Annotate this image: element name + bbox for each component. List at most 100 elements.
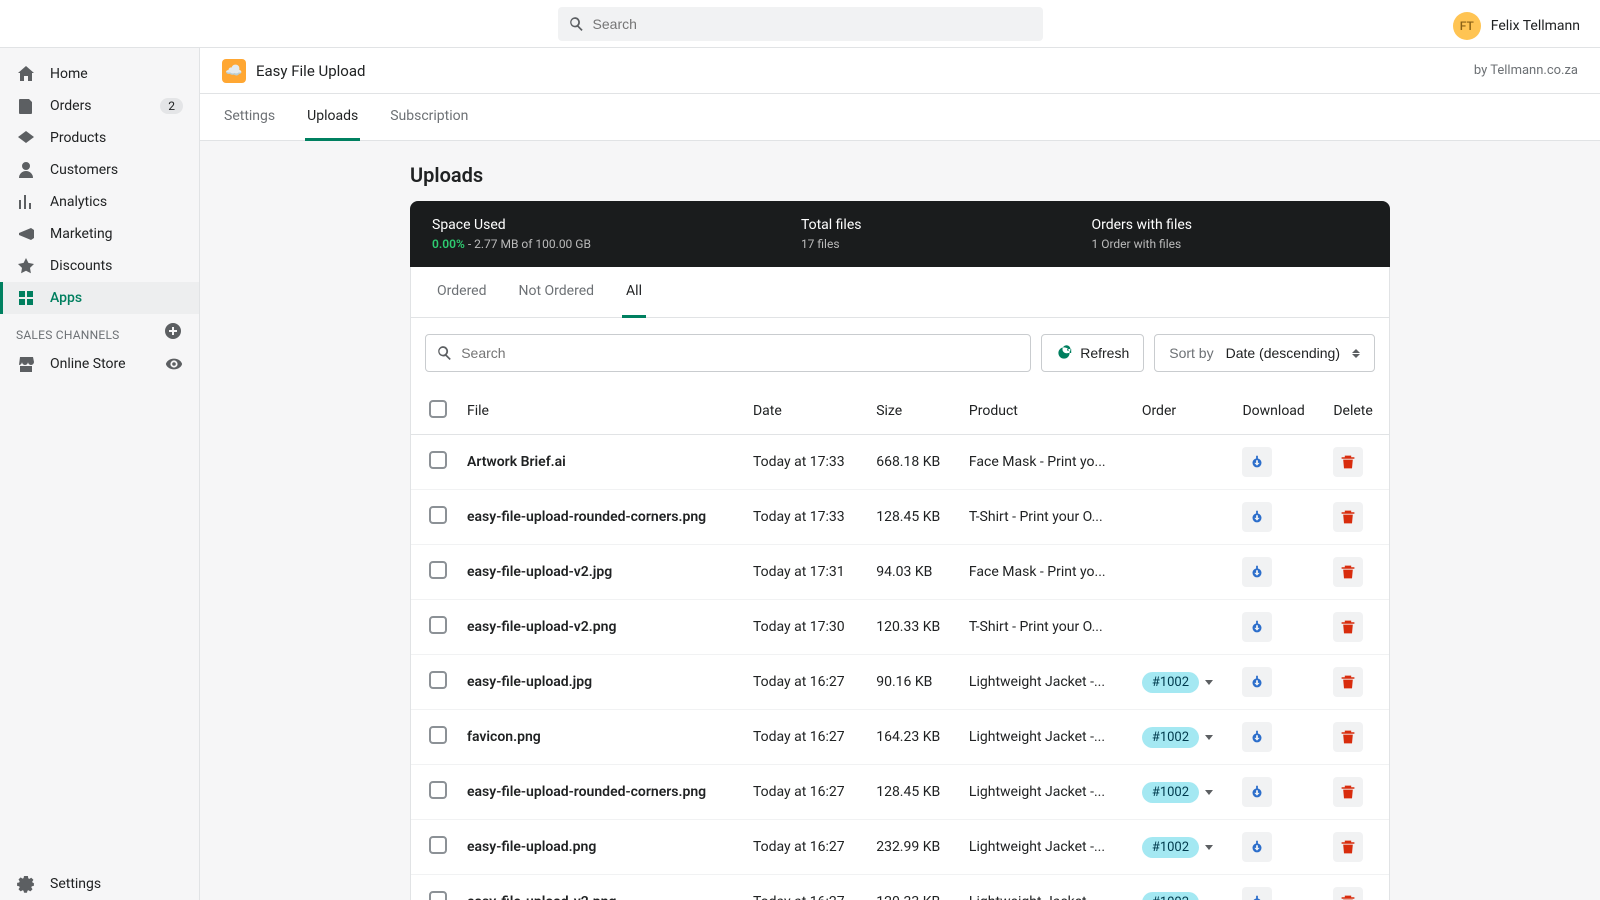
download-icon bbox=[1248, 563, 1266, 581]
delete-button[interactable] bbox=[1333, 557, 1363, 587]
cell-file: easy-file-upload-rounded-corners.png bbox=[457, 490, 743, 545]
download-button[interactable] bbox=[1242, 887, 1272, 900]
stat-files: Total files 17 files bbox=[801, 217, 862, 251]
order-badge[interactable]: #1002 bbox=[1142, 892, 1199, 900]
table-row: easy-file-upload.png Today at 16:27 232.… bbox=[411, 820, 1389, 875]
sort-caret-icon bbox=[1352, 349, 1360, 358]
refresh-button[interactable]: Refresh bbox=[1041, 334, 1144, 372]
filter-tab-not-ordered[interactable]: Not Ordered bbox=[515, 267, 599, 318]
sidebar-item-marketing[interactable]: Marketing bbox=[0, 218, 199, 250]
select-all-checkbox[interactable] bbox=[429, 400, 447, 418]
global-search-input[interactable] bbox=[593, 16, 1033, 32]
topbar-search-wrap bbox=[558, 7, 1043, 41]
sidebar-item-products[interactable]: Products bbox=[0, 122, 199, 154]
app-title: Easy File Upload bbox=[256, 62, 365, 80]
download-button[interactable] bbox=[1242, 557, 1272, 587]
main-content: ☁️ Easy File Upload by Tellmann.co.za Se… bbox=[200, 48, 1600, 900]
cell-product: Lightweight Jacket -... bbox=[959, 710, 1132, 765]
sidebar-item-discounts[interactable]: Discounts bbox=[0, 250, 199, 282]
table-search-input[interactable] bbox=[461, 345, 1020, 361]
download-button[interactable] bbox=[1242, 612, 1272, 642]
row-checkbox[interactable] bbox=[429, 781, 447, 799]
download-button[interactable] bbox=[1242, 722, 1272, 752]
download-button[interactable] bbox=[1242, 502, 1272, 532]
sidebar-item-orders[interactable]: Orders2 bbox=[0, 90, 199, 122]
sidebar-item-settings[interactable]: Settings bbox=[0, 868, 199, 900]
cell-size: 668.18 KB bbox=[866, 435, 959, 490]
row-checkbox[interactable] bbox=[429, 671, 447, 689]
download-button[interactable] bbox=[1242, 832, 1272, 862]
delete-button[interactable] bbox=[1333, 667, 1363, 697]
app-tab-settings[interactable]: Settings bbox=[222, 94, 277, 141]
user-menu[interactable]: FT Felix Tellmann bbox=[1453, 12, 1580, 40]
col-header: Download bbox=[1232, 388, 1323, 435]
refresh-icon bbox=[1056, 345, 1072, 361]
table-search[interactable] bbox=[425, 334, 1031, 372]
row-checkbox[interactable] bbox=[429, 891, 447, 900]
cell-file: easy-file-upload.png bbox=[457, 820, 743, 875]
sidebar-item-analytics[interactable]: Analytics bbox=[0, 186, 199, 218]
row-checkbox[interactable] bbox=[429, 506, 447, 524]
order-badge[interactable]: #1002 bbox=[1142, 727, 1199, 748]
download-button[interactable] bbox=[1242, 777, 1272, 807]
download-button[interactable] bbox=[1242, 447, 1272, 477]
cell-product: Lightweight Jacket -... bbox=[959, 875, 1132, 900]
download-button[interactable] bbox=[1242, 667, 1272, 697]
delete-button[interactable] bbox=[1333, 722, 1363, 752]
discounts-icon bbox=[16, 256, 36, 276]
delete-button[interactable] bbox=[1333, 612, 1363, 642]
row-checkbox[interactable] bbox=[429, 561, 447, 579]
trash-icon bbox=[1340, 729, 1356, 745]
delete-button[interactable] bbox=[1333, 832, 1363, 862]
chevron-down-icon[interactable] bbox=[1205, 680, 1213, 685]
filter-tab-ordered[interactable]: Ordered bbox=[433, 267, 491, 318]
sidebar-item-apps[interactable]: Apps bbox=[0, 282, 199, 314]
cell-date: Today at 17:30 bbox=[743, 600, 866, 655]
add-channel-icon[interactable] bbox=[163, 321, 183, 341]
uploads-table: FileDateSizeProductOrderDownloadDelete A… bbox=[411, 388, 1389, 900]
row-checkbox[interactable] bbox=[429, 451, 447, 469]
stat-label: Space Used bbox=[432, 217, 591, 233]
order-badge[interactable]: #1002 bbox=[1142, 837, 1199, 858]
col-header: File bbox=[457, 388, 743, 435]
order-badge[interactable]: #1002 bbox=[1142, 782, 1199, 803]
cell-order: #1002 bbox=[1132, 875, 1233, 900]
marketing-icon bbox=[16, 224, 36, 244]
sort-button[interactable]: Sort by Date (descending) bbox=[1154, 334, 1375, 372]
table-row: easy-file-upload-v2.jpg Today at 17:31 9… bbox=[411, 545, 1389, 600]
eye-icon[interactable] bbox=[165, 355, 183, 373]
delete-button[interactable] bbox=[1333, 887, 1363, 900]
sidebar-item-customers[interactable]: Customers bbox=[0, 154, 199, 186]
table-row: Artwork Brief.ai Today at 17:33 668.18 K… bbox=[411, 435, 1389, 490]
chevron-down-icon[interactable] bbox=[1205, 790, 1213, 795]
table-row: easy-file-upload.jpg Today at 16:27 90.1… bbox=[411, 655, 1389, 710]
sidebar-item-home[interactable]: Home bbox=[0, 58, 199, 90]
stat-value: 0.00% - 2.77 MB of 100.00 GB bbox=[432, 237, 591, 251]
order-badge[interactable]: #1002 bbox=[1142, 672, 1199, 693]
search-icon bbox=[568, 15, 585, 33]
delete-button[interactable] bbox=[1333, 502, 1363, 532]
global-search[interactable] bbox=[558, 7, 1043, 41]
download-icon bbox=[1248, 783, 1266, 801]
cell-size: 94.03 KB bbox=[866, 545, 959, 600]
trash-icon bbox=[1340, 454, 1356, 470]
row-checkbox[interactable] bbox=[429, 726, 447, 744]
app-tab-subscription[interactable]: Subscription bbox=[388, 94, 470, 141]
cell-size: 120.33 KB bbox=[866, 875, 959, 900]
sidebar-item-label: Home bbox=[50, 66, 88, 82]
cell-date: Today at 16:27 bbox=[743, 765, 866, 820]
delete-button[interactable] bbox=[1333, 447, 1363, 477]
chevron-down-icon[interactable] bbox=[1205, 735, 1213, 740]
sidebar-item-label: Orders bbox=[50, 98, 92, 114]
app-tab-uploads[interactable]: Uploads bbox=[305, 94, 360, 141]
download-icon bbox=[1248, 673, 1266, 691]
filter-tab-all[interactable]: All bbox=[622, 267, 646, 318]
row-checkbox[interactable] bbox=[429, 836, 447, 854]
col-header bbox=[411, 388, 457, 435]
row-checkbox[interactable] bbox=[429, 616, 447, 634]
cell-product: T-Shirt - Print your O... bbox=[959, 600, 1132, 655]
chevron-down-icon[interactable] bbox=[1205, 845, 1213, 850]
sidebar-channel-online-store[interactable]: Online Store bbox=[0, 348, 199, 380]
delete-button[interactable] bbox=[1333, 777, 1363, 807]
cell-product: Lightweight Jacket -... bbox=[959, 820, 1132, 875]
